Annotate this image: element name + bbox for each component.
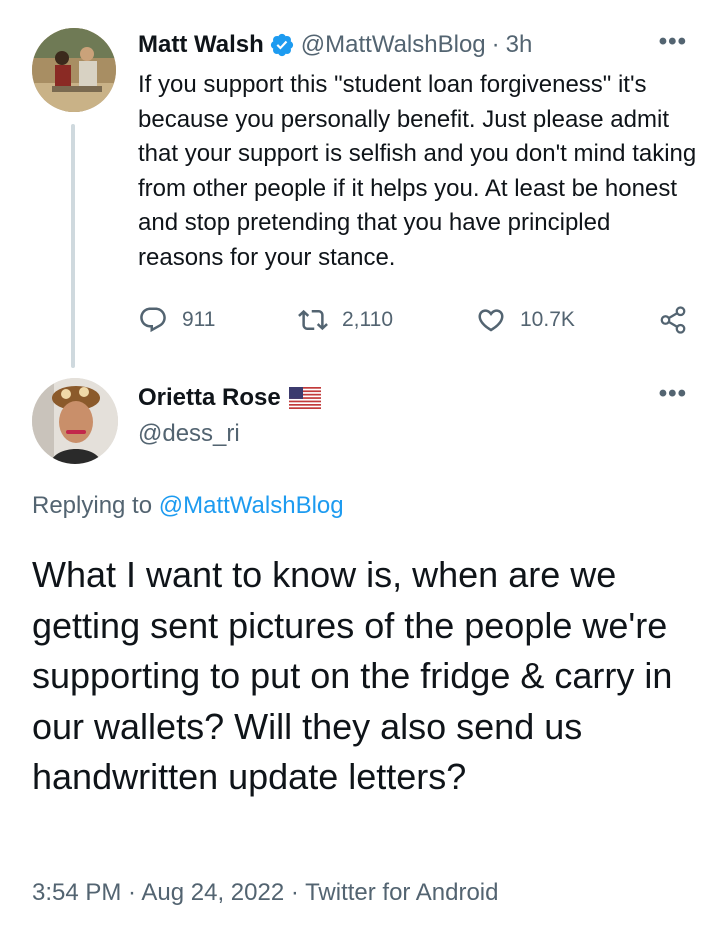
more-options-icon[interactable]: ••• <box>659 380 687 408</box>
reply-icon <box>140 307 166 333</box>
verified-badge-icon <box>270 33 293 57</box>
share-icon <box>660 306 686 334</box>
separator-dot: · <box>491 31 500 58</box>
avatar-image <box>32 28 116 112</box>
reply-button[interactable]: 911 <box>138 300 215 340</box>
thread-connector-line <box>71 124 75 368</box>
retweet-button[interactable]: 2,110 <box>298 300 393 340</box>
tweet-actions: 911 2,110 10.7K <box>138 300 698 340</box>
more-options-icon[interactable]: ••• <box>659 28 687 56</box>
tweet-header: Matt Walsh @MattWalshBlog · 3h <box>138 28 532 62</box>
retweet-icon <box>298 309 328 331</box>
timestamp[interactable]: 3h <box>506 31 533 59</box>
author-name[interactable]: Matt Walsh <box>138 31 264 59</box>
replying-to-link[interactable]: @MattWalshBlog <box>159 492 344 519</box>
like-button[interactable]: 10.7K <box>476 300 575 340</box>
avatar-matt-walsh[interactable] <box>32 28 116 112</box>
tweet-text: If you support this "student loan forgiv… <box>138 71 697 271</box>
reply-tweet-text: What I want to know is, when are we gett… <box>32 554 673 798</box>
retweet-count: 2,110 <box>342 308 393 331</box>
heart-icon <box>478 309 504 332</box>
reply-count: 911 <box>182 308 216 331</box>
share-button[interactable] <box>658 300 702 340</box>
avatar-image <box>32 378 118 464</box>
author-handle[interactable]: @MattWalshBlog <box>301 31 486 59</box>
tweet-footer-meta: 3:54 PM · Aug 24, 2022 · Twitter for And… <box>32 879 499 906</box>
reply-author-handle[interactable]: @dess_ri <box>138 420 321 448</box>
reply-author-block: Orietta Rose @dess_ri <box>138 380 321 448</box>
avatar-orietta-rose[interactable] <box>32 378 118 464</box>
like-count: 10.7K <box>520 308 575 331</box>
us-flag-icon <box>288 387 321 409</box>
replying-to: Replying to @MattWalshBlog <box>32 492 344 520</box>
replying-to-label: Replying to <box>32 492 153 519</box>
reply-author-name[interactable]: Orietta Rose <box>138 384 281 412</box>
